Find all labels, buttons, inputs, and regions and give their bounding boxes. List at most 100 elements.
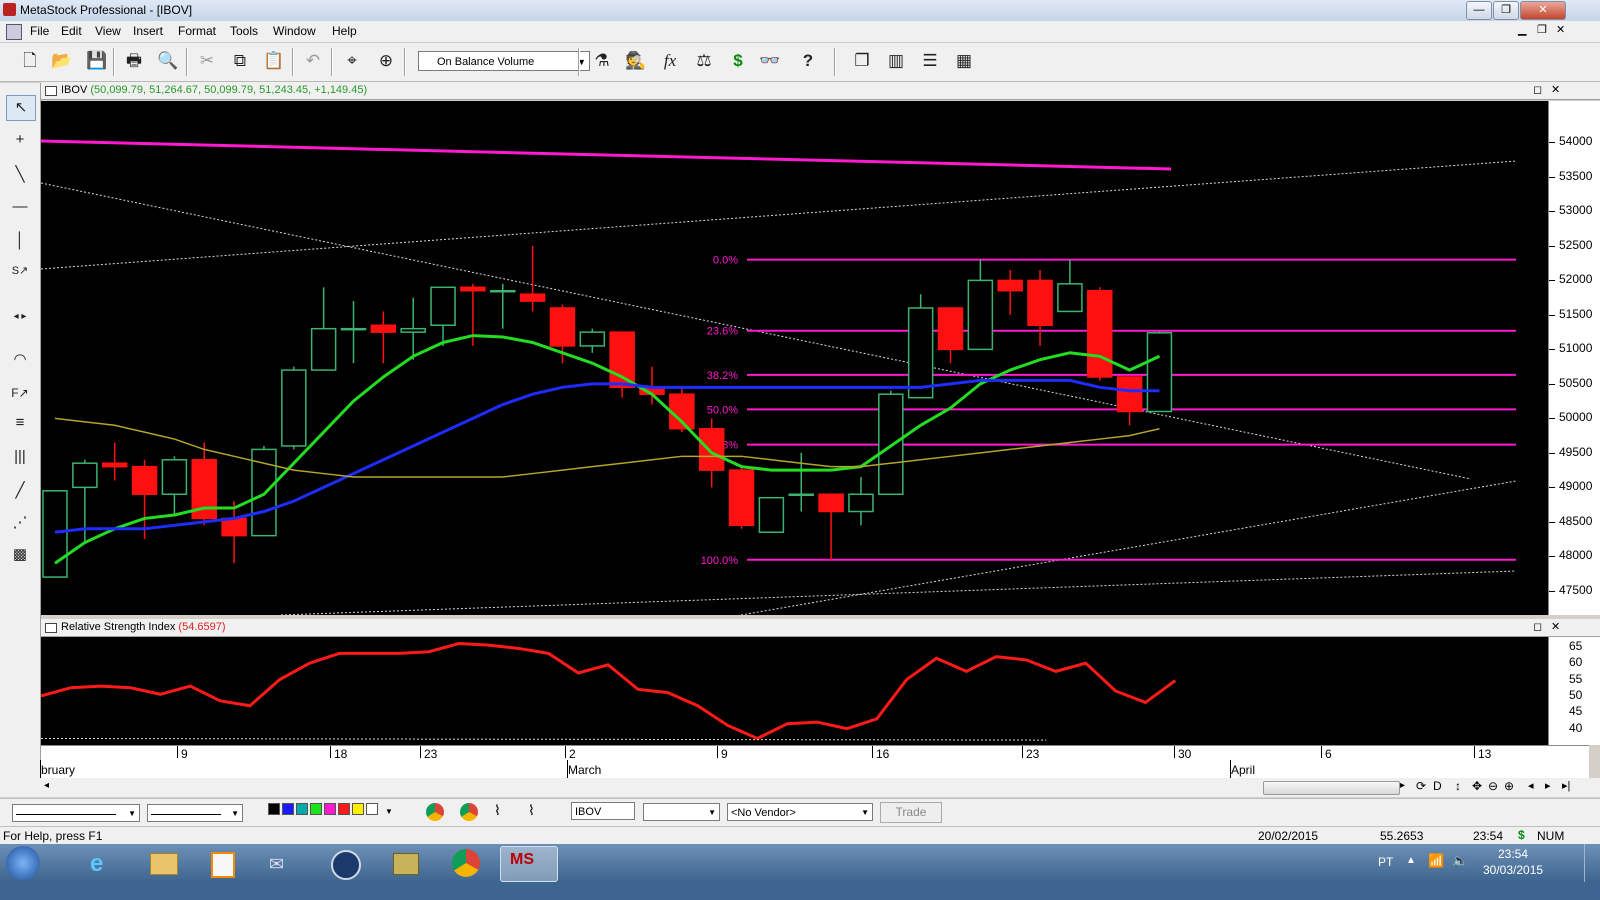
- pattern-icon[interactable]: ▩: [6, 543, 34, 567]
- color-swatch-yellow[interactable]: [352, 803, 364, 815]
- gann-fan-icon[interactable]: ⋰: [6, 511, 34, 535]
- cut-icon[interactable]: ✂: [195, 49, 219, 73]
- new-icon[interactable]: 🗋: [18, 49, 42, 73]
- cascade-icon[interactable]: ❐: [850, 49, 874, 73]
- symbol-tool-icon[interactable]: S↗: [6, 259, 34, 283]
- period-button[interactable]: D: [1433, 779, 1442, 793]
- pane-maximize-icon[interactable]: ◻: [1533, 620, 1542, 633]
- paste-icon[interactable]: 📋: [262, 49, 286, 73]
- media-taskbar-icon[interactable]: [196, 846, 248, 880]
- arc-icon[interactable]: ◠: [6, 348, 34, 372]
- print-preview-icon[interactable]: 🔍: [156, 49, 180, 73]
- trendline-icon[interactable]: ╲: [6, 163, 34, 187]
- grid-icon[interactable]: ▦: [952, 49, 976, 73]
- clock-time[interactable]: 23:54: [1498, 847, 1528, 861]
- doc-icon[interactable]: [6, 24, 22, 40]
- vendor-select[interactable]: <No Vendor> ▼: [727, 803, 873, 821]
- close-button[interactable]: ✕: [1520, 1, 1566, 20]
- indicator-select[interactable]: On Balance Volume ▼: [418, 51, 590, 71]
- chrome-icon[interactable]: [460, 803, 478, 821]
- copy-icon[interactable]: ⧉: [228, 49, 252, 73]
- clock-date[interactable]: 30/03/2015: [1483, 863, 1543, 877]
- menu-file[interactable]: File: [30, 24, 49, 38]
- color-swatch-blue[interactable]: [282, 803, 294, 815]
- show-desktop-button[interactable]: [1584, 844, 1600, 882]
- open-icon[interactable]: 📂: [50, 49, 74, 73]
- scroll-arrows-icon[interactable]: ◂ ▸: [6, 305, 34, 329]
- price-chart[interactable]: 0.0%23.6%38.2%50.0%61.8%100.0%: [41, 101, 1548, 615]
- line-tool-icon[interactable]: ╱: [6, 479, 34, 503]
- save-icon[interactable]: 💾: [85, 49, 109, 73]
- scroll-left-icon[interactable]: ◂: [44, 780, 49, 791]
- color-swatch-red[interactable]: [338, 803, 350, 815]
- color-swatch-green[interactable]: [310, 803, 322, 815]
- app-taskbar-icon[interactable]: [380, 846, 432, 880]
- vertical-scale-icon[interactable]: ↕: [1455, 779, 1461, 793]
- end-icon[interactable]: ▸|: [1562, 779, 1570, 792]
- periodicity-select[interactable]: ▼: [643, 803, 720, 821]
- scroll-thumb[interactable]: [1263, 781, 1400, 795]
- vertical-line-icon[interactable]: │: [6, 229, 34, 253]
- language-indicator[interactable]: PT: [1378, 855, 1393, 869]
- menu-help[interactable]: Help: [332, 24, 357, 38]
- fibonacci-fan-icon[interactable]: F↗: [6, 381, 34, 405]
- symbol-input[interactable]: IBOV: [571, 802, 635, 820]
- explorer-icon[interactable]: 🕵: [624, 49, 648, 73]
- expert-advisor-icon[interactable]: ⚗: [590, 49, 614, 73]
- prev-icon[interactable]: ◂: [1528, 779, 1534, 792]
- metastock-taskbar-icon[interactable]: MS: [500, 846, 558, 882]
- child-minimize-button[interactable]: ▁: [1518, 23, 1526, 36]
- line-style-select[interactable]: ▼: [12, 804, 140, 822]
- next-icon[interactable]: ▸: [1545, 779, 1551, 792]
- network-icon[interactable]: 📶: [1428, 853, 1444, 869]
- ie-taskbar-icon[interactable]: e: [78, 846, 130, 880]
- refresh-icon[interactable]: ⟳: [1416, 779, 1426, 793]
- tile-horizontal-icon[interactable]: ☰: [918, 49, 942, 73]
- child-close-button[interactable]: ✕: [1556, 23, 1565, 36]
- rsi-chart[interactable]: [41, 637, 1548, 745]
- undo-icon[interactable]: ↶: [301, 49, 325, 73]
- color-swatch-magenta[interactable]: [324, 803, 336, 815]
- color-swatch-white[interactable]: [366, 803, 378, 815]
- binoculars-icon[interactable]: 👓: [758, 49, 782, 73]
- menu-window[interactable]: Window: [273, 24, 316, 38]
- formula-icon[interactable]: fx: [658, 49, 682, 73]
- time-zones-icon[interactable]: |||: [6, 445, 34, 469]
- line-weight-select[interactable]: ▼: [147, 804, 243, 822]
- menu-view[interactable]: View: [95, 24, 121, 38]
- horizontal-line-icon[interactable]: —: [6, 195, 34, 219]
- chevron-down-icon[interactable]: ▼: [385, 807, 393, 816]
- menu-tools[interactable]: Tools: [230, 24, 258, 38]
- child-restore-button[interactable]: ❐: [1537, 23, 1547, 36]
- dollar-icon[interactable]: $: [726, 49, 750, 73]
- color-swatch-teal[interactable]: [296, 803, 308, 815]
- system-tester-icon[interactable]: ⚖: [692, 49, 716, 73]
- start-button[interactable]: [6, 846, 40, 880]
- color-swatch-black[interactable]: [268, 803, 280, 815]
- zoom-icon[interactable]: ⊕: [374, 49, 398, 73]
- chart-icon[interactable]: ⌇: [528, 802, 535, 819]
- trade-button[interactable]: Trade: [880, 802, 942, 823]
- pane-close-icon[interactable]: ✕: [1551, 620, 1560, 633]
- pane-close-icon[interactable]: ✕: [1551, 83, 1560, 96]
- restore-button[interactable]: ❐: [1493, 1, 1519, 20]
- zoom-in-icon[interactable]: ⊕: [1504, 779, 1514, 793]
- volume-icon[interactable]: 🔈: [1452, 853, 1468, 869]
- scroll-right-icon[interactable]: ▸: [1400, 780, 1405, 791]
- print-icon[interactable]: 🖶: [122, 49, 146, 73]
- chart-icon[interactable]: ⌇: [494, 802, 501, 819]
- pane-maximize-icon[interactable]: ◻: [1533, 83, 1542, 96]
- crosshair-tool-icon[interactable]: +: [6, 128, 34, 152]
- explorer-taskbar-icon[interactable]: [138, 846, 190, 880]
- chrome-taskbar-icon[interactable]: [440, 846, 492, 880]
- mail-taskbar-icon[interactable]: ✉: [255, 846, 307, 880]
- tray-expand-icon[interactable]: ▲: [1406, 855, 1416, 866]
- zoom-out-icon[interactable]: ⊖: [1488, 779, 1498, 793]
- pointer-icon[interactable]: ↖: [6, 95, 36, 121]
- chrome-icon[interactable]: [426, 803, 444, 821]
- minimize-button[interactable]: —: [1466, 1, 1492, 20]
- menu-format[interactable]: Format: [178, 24, 216, 38]
- help-cursor-icon[interactable]: ?: [796, 49, 820, 73]
- crosshair-icon[interactable]: ⌖: [340, 49, 364, 73]
- tile-vertical-icon[interactable]: ▥: [884, 49, 908, 73]
